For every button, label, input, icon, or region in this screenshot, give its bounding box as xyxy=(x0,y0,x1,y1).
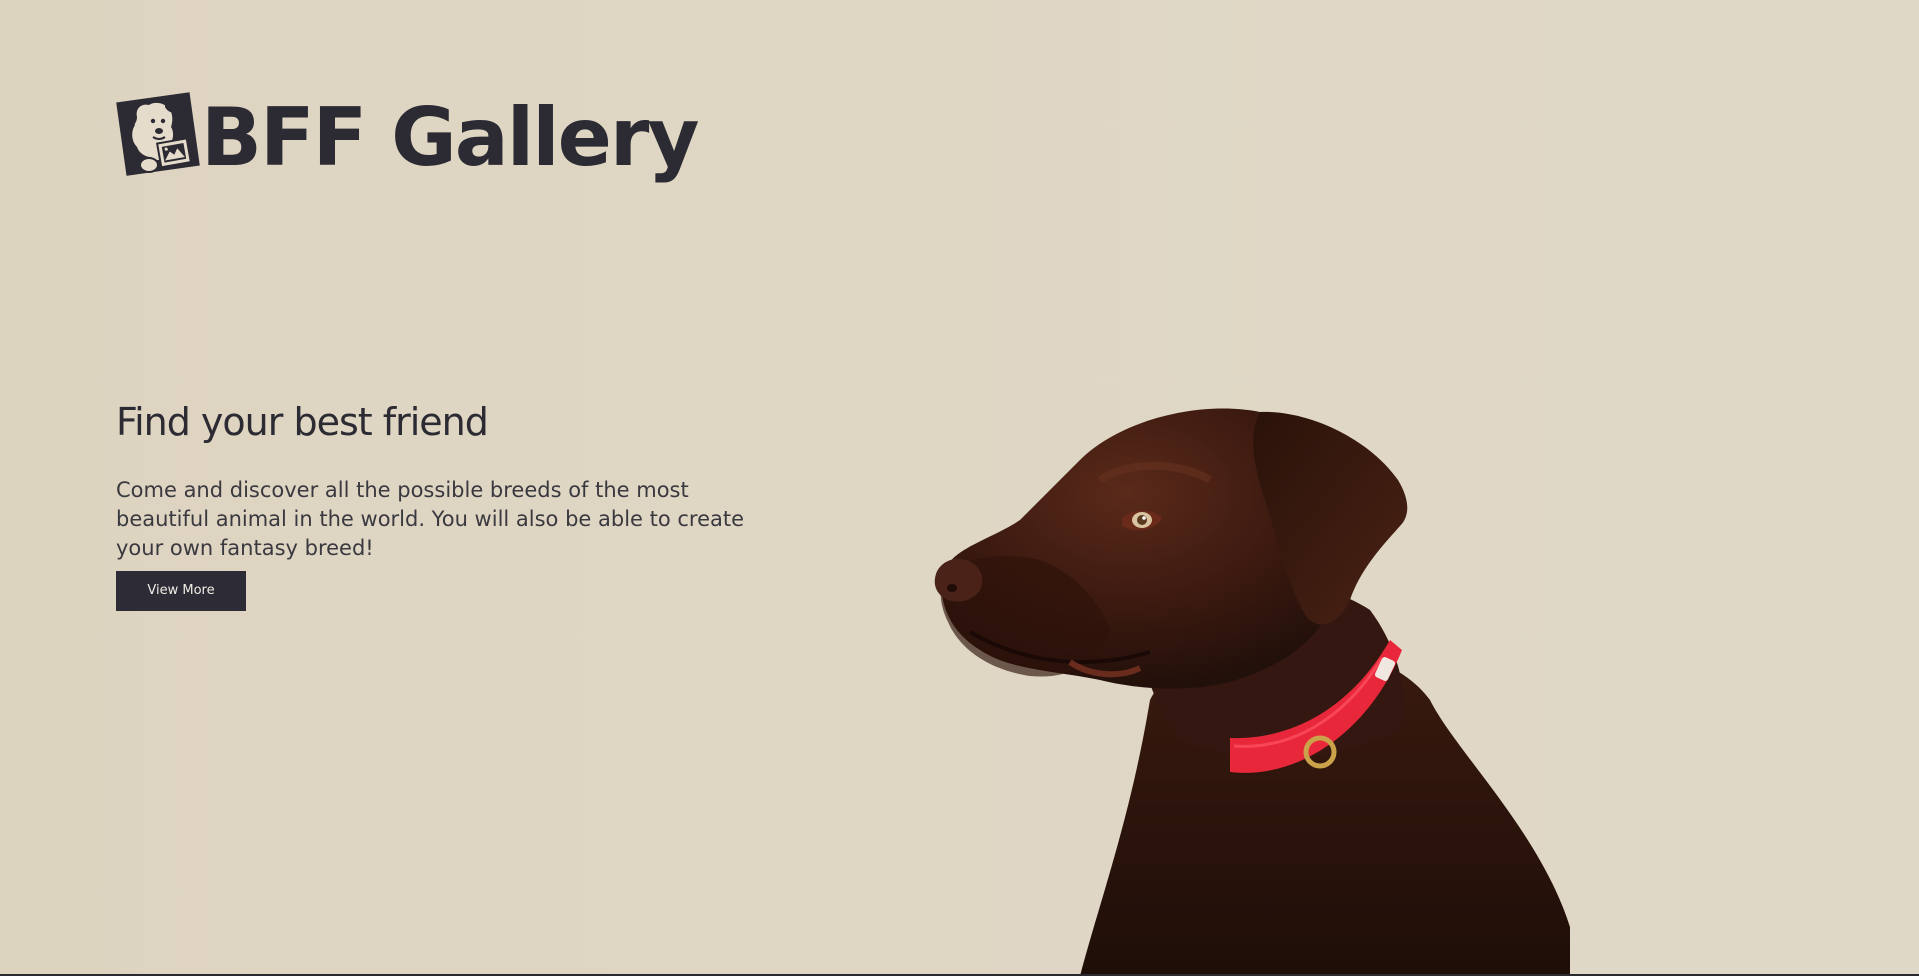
hero-description: Come and discover all the possible breed… xyxy=(116,478,745,560)
dog-image xyxy=(934,408,1570,976)
hero-section: Find your best friend Come and discover … xyxy=(116,398,756,611)
hero-title: Find your best friend xyxy=(116,400,489,444)
landing-page: BFF Gallery Find your best friend Come a… xyxy=(0,0,1919,976)
site-title: BFF Gallery xyxy=(201,91,699,184)
view-more-button[interactable]: View More xyxy=(116,571,246,611)
site-logo[interactable]: BFF Gallery xyxy=(115,78,699,188)
dog-picture-icon xyxy=(116,92,200,176)
